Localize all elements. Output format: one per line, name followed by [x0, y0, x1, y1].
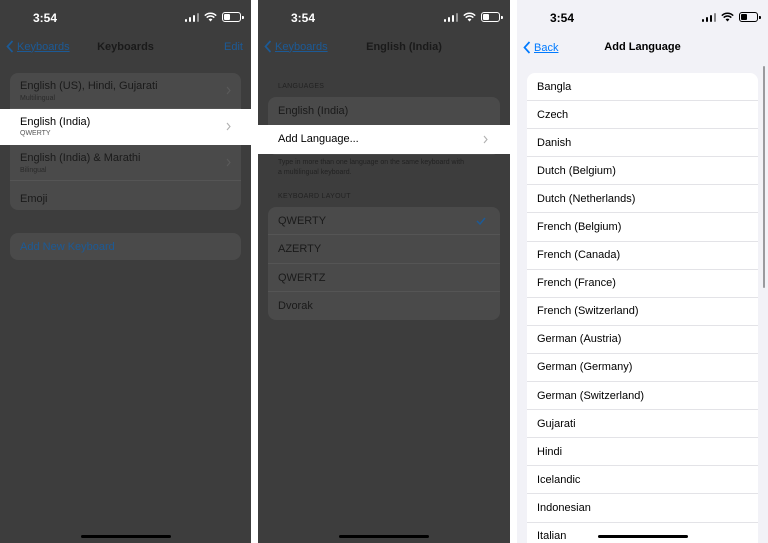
checkmark-icon [476, 217, 486, 225]
home-indicator [80, 534, 171, 538]
layout-list: QWERTY AZERTY QWERTZ Dvorak [268, 207, 500, 320]
wifi-icon [463, 12, 476, 22]
english-india-screen: 3:54 Keyboards English (India) LANGUAGES… [258, 0, 510, 543]
battery-icon [739, 12, 761, 22]
language-item[interactable]: French (Belgium) [527, 213, 758, 242]
language-item[interactable]: Danish [527, 129, 758, 158]
language-item[interactable]: Indonesian [527, 494, 758, 523]
battery-icon [481, 12, 503, 22]
keyboard-label: Emoji [20, 193, 48, 205]
page-title: Keyboards [97, 41, 154, 53]
layout-label: Dvorak [278, 299, 313, 312]
add-language-screen: 3:54 Back Add Language Bangla Czech Dani… [517, 0, 768, 543]
nav-bar: Keyboards Keyboards Edit [0, 36, 251, 60]
scrollbar[interactable] [762, 66, 765, 288]
status-icons [701, 12, 761, 22]
language-item[interactable]: Hindi [527, 438, 758, 467]
keyboard-row-highlighted[interactable]: English (India) QWERTY [0, 109, 251, 145]
status-icons [443, 12, 503, 22]
layout-label: QWERTZ [278, 271, 326, 284]
cellular-signal-icon [184, 12, 199, 22]
language-row[interactable]: English (India) [268, 97, 500, 126]
nav-bar: Back Add Language [517, 36, 768, 60]
keyboard-row[interactable]: English (US), Hindi, Gujarati Multilingu… [10, 73, 241, 109]
chevron-right-icon [226, 122, 231, 131]
keyboard-label: English (US), Hindi, Gujarati [20, 80, 158, 92]
keyboard-label: English (India) & Marathi [20, 152, 141, 164]
cellular-signal-icon [701, 12, 716, 22]
keyboard-sublabel: Bilingual [20, 167, 47, 174]
layout-label: AZERTY [278, 243, 322, 256]
language-item[interactable]: Gujarati [527, 410, 758, 439]
chevron-right-icon [226, 86, 231, 95]
language-list: Bangla Czech Danish Dutch (Belgium) Dutc… [527, 73, 758, 543]
keyboard-row[interactable]: Emoji [10, 181, 241, 210]
language-item[interactable]: Italian [527, 523, 758, 543]
layout-label: QWERTY [278, 215, 327, 227]
nav-bar: Keyboards English (India) [258, 36, 510, 60]
chevron-left-icon [264, 40, 272, 53]
battery-icon [222, 12, 244, 22]
page-title: English (India) [366, 41, 442, 53]
wifi-icon [721, 12, 734, 22]
status-bar: 3:54 [0, 0, 251, 36]
language-item[interactable]: Bangla [527, 73, 758, 102]
home-indicator [597, 534, 688, 538]
add-language-row-highlighted[interactable]: Add Language... [258, 125, 510, 154]
home-indicator [339, 534, 429, 538]
add-new-keyboard-button[interactable]: Add New Keyboard [20, 241, 115, 253]
chevron-right-icon [483, 135, 488, 144]
cellular-signal-icon [443, 12, 458, 22]
language-label: English (India) [278, 105, 349, 117]
layout-row[interactable]: Dvorak [268, 292, 500, 320]
page-title: Add Language [604, 41, 681, 53]
language-item[interactable]: French (Canada) [527, 242, 758, 270]
layout-row[interactable]: QWERTZ [268, 264, 500, 292]
language-item[interactable]: German (Austria) [527, 326, 758, 354]
language-item[interactable]: Icelandic [527, 466, 758, 495]
status-icons [184, 12, 244, 22]
languages-section-header: LANGUAGES [278, 83, 325, 90]
status-time: 3:54 [549, 11, 575, 25]
status-bar: 3:54 [517, 0, 768, 36]
chevron-right-icon [226, 158, 231, 167]
language-item[interactable]: Czech [527, 101, 758, 130]
layout-row[interactable]: QWERTY [268, 207, 500, 236]
status-time: 3:54 [32, 11, 58, 25]
language-item[interactable]: German (Germany) [527, 354, 758, 383]
status-time: 3:54 [290, 11, 316, 25]
keyboard-label: English (India) [20, 116, 91, 128]
screenshot-collage: 3:54 Keyboards Keyboards Edit English (U… [0, 0, 768, 543]
layout-row[interactable]: AZERTY [268, 235, 500, 264]
language-item[interactable]: Dutch (Netherlands) [527, 185, 758, 214]
add-keyboard-group: Add New Keyboard [10, 233, 241, 260]
keyboard-layout-section-header: KEYBOARD LAYOUT [278, 193, 351, 200]
language-item[interactable]: French (Switzerland) [527, 298, 758, 326]
language-item[interactable]: German (Switzerland) [527, 382, 758, 411]
wifi-icon [204, 12, 217, 22]
keyboards-screen: 3:54 Keyboards Keyboards Edit English (U… [0, 0, 251, 543]
status-bar: 3:54 [258, 0, 510, 36]
keyboard-sublabel: Multilingual [20, 95, 56, 102]
edit-button[interactable]: Edit [224, 41, 243, 53]
keyboard-row[interactable]: English (India) & Marathi Bilingual [10, 145, 241, 181]
languages-footnote: Type in more than one language on the sa… [278, 159, 465, 176]
language-item[interactable]: French (France) [527, 270, 758, 298]
language-item[interactable]: Dutch (Belgium) [527, 157, 758, 186]
keyboard-sublabel: QWERTY [20, 130, 51, 137]
add-language-label: Add Language... [278, 133, 359, 145]
